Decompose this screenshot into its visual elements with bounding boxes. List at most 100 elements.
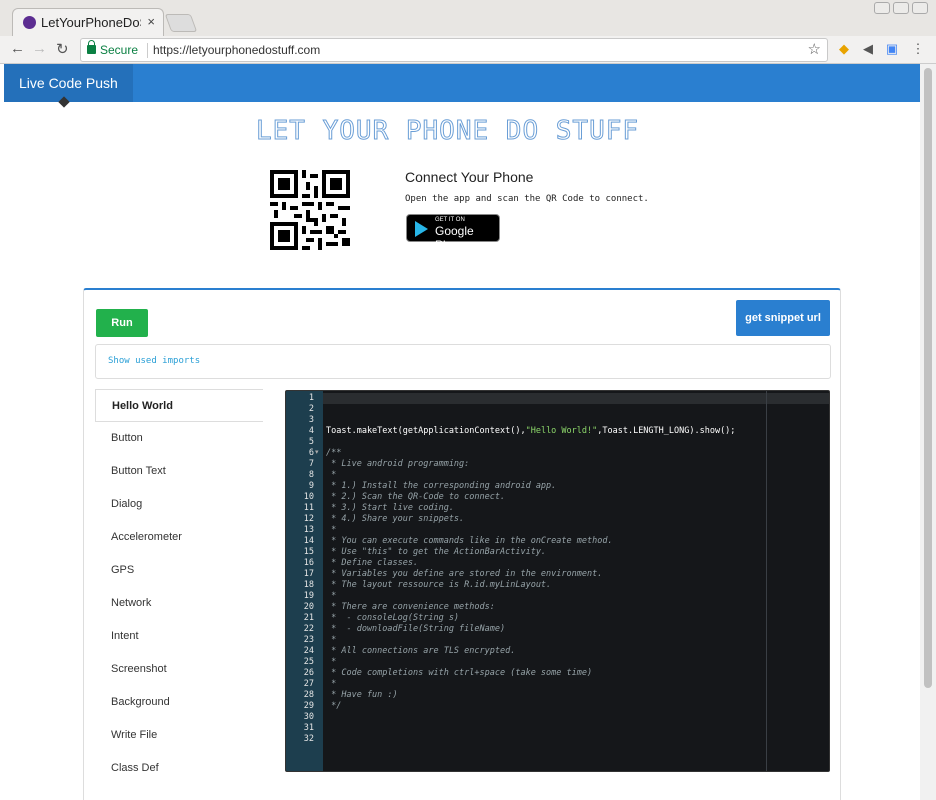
code-comment: * You can execute commands like in the o… (326, 536, 613, 546)
line-number: 16 (303, 558, 314, 568)
line-numbers: 1 2 3 4 5 6 7 8 9 10 11 12 13 14 15 16 17 18 19 20 21 22 23 24 2… (286, 393, 314, 745)
menu-item-class-def[interactable]: Class Def (95, 752, 263, 785)
code-comment: * (326, 679, 337, 689)
maximize-icon[interactable] (893, 2, 909, 14)
line-number: 9 (308, 481, 314, 491)
code-comment: * Use "this" to get the ActionBarActivit… (326, 547, 547, 557)
menu-item-hello-world[interactable]: Hello World (95, 389, 263, 422)
menu-item-button[interactable]: Button (95, 422, 263, 455)
new-tab-button[interactable] (164, 14, 198, 32)
code-comment: * (326, 525, 337, 535)
code-comment: * Live android programming: (326, 459, 470, 469)
close-window-icon[interactable] (912, 2, 928, 14)
translate-icon[interactable]: ▣ (884, 41, 900, 57)
code-comment: * 2.) Scan the QR-Code to connect. (326, 492, 506, 502)
code-comment: * - consoleLog(String s) (326, 613, 460, 623)
get-snippet-url-button[interactable]: get snippet url (736, 300, 830, 336)
line-number: 13 (303, 525, 314, 535)
line-number: 8 (308, 470, 314, 480)
line-number: 1 (308, 393, 314, 403)
show-imports-link[interactable]: Show used imports (108, 356, 200, 366)
code-comment: * All connections are TLS encrypted. (326, 646, 516, 656)
url-text[interactable]: https://letyourphonedostuff.com (153, 43, 320, 57)
reload-icon[interactable]: ↻ (56, 40, 69, 58)
play-badge-small-text: GET IT ON (435, 217, 465, 223)
code-comment: * Define classes. (326, 558, 419, 568)
code-content[interactable]: Toast.makeText(getApplicationContext(),"… (326, 393, 735, 712)
play-logo-icon (415, 221, 428, 237)
code-comment: * Have fun :) (326, 690, 398, 700)
line-number: 12 (303, 514, 314, 524)
line-number: 31 (303, 723, 314, 733)
line-number: 25 (303, 657, 314, 667)
forward-icon[interactable]: → (32, 40, 47, 57)
example-menu: Hello World Button Button Text Dialog Ac… (95, 389, 263, 785)
menu-item-accelerometer[interactable]: Accelerometer (95, 521, 263, 554)
code-comment: * Variables you define are stored in the… (326, 569, 603, 579)
announce-icon[interactable]: ◀ (860, 41, 876, 57)
qr-code (270, 170, 350, 250)
menu-item-intent[interactable]: Intent (95, 620, 263, 653)
line-number: 14 (303, 536, 314, 546)
line-number: 5 (308, 437, 314, 447)
tab-close-icon[interactable]: × (147, 14, 155, 29)
code-comment: * 3.) Start live coding. (326, 503, 454, 513)
code-editor[interactable]: 1 2 3 4 5 6 7 8 9 10 11 12 13 14 15 16 17 18 19 20 21 22 23 24 2… (285, 390, 830, 772)
google-play-badge[interactable]: GET IT ON Google Play (406, 214, 500, 252)
line-number: 11 (303, 503, 314, 513)
line-number: 17 (303, 569, 314, 579)
menu-item-gps[interactable]: GPS (95, 554, 263, 587)
line-number: 21 (303, 613, 314, 623)
menu-item-screenshot[interactable]: Screenshot (95, 653, 263, 686)
line-number: 30 (303, 712, 314, 722)
run-button[interactable]: Run (96, 309, 148, 337)
code-comment: * - downloadFile(String fileName) (326, 624, 506, 634)
top-navbar: Live Code Push (4, 64, 920, 102)
line-number: 22 (303, 624, 314, 634)
browser-tab[interactable]: LetYourPhoneDoSt × (12, 8, 164, 36)
print-margin (766, 391, 767, 771)
connect-instructions: Open the app and scan the QR Code to con… (405, 194, 649, 204)
address-bar[interactable]: Secure https://letyourphonedostuff.com ☆ (80, 38, 828, 62)
nav-brand[interactable]: Live Code Push (4, 64, 133, 102)
site-favicon-icon (23, 16, 36, 29)
menu-item-button-text[interactable]: Button Text (95, 455, 263, 488)
minimize-icon[interactable] (874, 2, 890, 14)
line-number: 24 (303, 646, 314, 656)
code-toast-start: Toast.makeText(getApplicationContext(), (326, 426, 526, 436)
line-number: 3 (308, 415, 314, 425)
line-number: 23 (303, 635, 314, 645)
code-line-toast: Toast.makeText(getApplicationContext(),"… (326, 426, 735, 437)
line-number: 26 (303, 668, 314, 678)
code-comment: * The layout ressource is R.id.myLinLayo… (326, 580, 552, 590)
code-comment: * (326, 470, 337, 480)
back-icon[interactable]: ← (10, 40, 25, 57)
menu-item-background[interactable]: Background (95, 686, 263, 719)
bookmark-star-icon[interactable]: ☆ (808, 40, 821, 58)
line-number: 32 (303, 734, 314, 744)
browser-titlebar: LetYourPhoneDoSt × (0, 0, 936, 36)
line-number: 28 (303, 690, 314, 700)
menu-dots-icon[interactable]: ⋮ (910, 41, 926, 57)
code-comment: * (326, 657, 337, 667)
play-badge-text: Google Play (435, 224, 474, 252)
line-number: 20 (303, 602, 314, 612)
code-panel: Run get snippet url Show used imports He… (83, 288, 841, 800)
code-comment: * 1.) Install the corresponding android … (326, 481, 557, 491)
scrollbar-thumb[interactable] (924, 68, 932, 688)
menu-item-write-file[interactable]: Write File (95, 719, 263, 752)
fold-arrow-icon[interactable]: ▾ (315, 448, 319, 456)
line-number: 10 (303, 492, 314, 502)
page-scrollbar[interactable] (920, 64, 936, 800)
code-comment: * There are convenience methods: (326, 602, 495, 612)
code-string-literal: "Hello World!" (525, 426, 598, 436)
lock-icon (87, 40, 96, 54)
menu-item-network[interactable]: Network (95, 587, 263, 620)
page-content: Live Code Push LET YOUR PHONE DO STUFF C… (4, 64, 920, 800)
extension-icon[interactable]: ◆ (836, 41, 852, 57)
line-number: 29 (303, 701, 314, 711)
menu-item-dialog[interactable]: Dialog (95, 488, 263, 521)
connect-title: Connect Your Phone (405, 169, 534, 185)
line-number: 15 (303, 547, 314, 557)
code-comment: */ (326, 701, 342, 711)
